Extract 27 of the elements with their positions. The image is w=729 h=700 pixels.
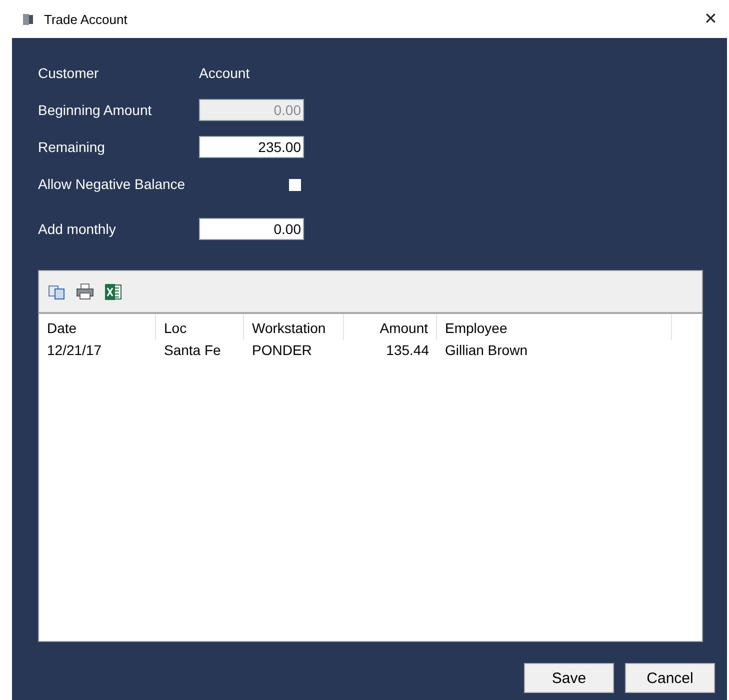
print-icon[interactable] [76,283,94,300]
column-header[interactable]: Workstation [244,314,344,340]
close-button[interactable]: ✕ [700,7,721,31]
checkbox[interactable] [289,179,301,192]
table-cell-text: Gillian Brown [444,341,528,360]
column-header[interactable]: Employee [437,314,672,340]
copy-icon[interactable] [48,284,66,300]
amount-field[interactable]: 235.00 [199,136,304,158]
save-button[interactable]: Save [524,663,614,693]
table-cell-text: 135.44 [385,341,430,360]
account-label: Account [199,65,250,81]
cancel-button[interactable]: Cancel [625,663,715,693]
field-label: Remaining [38,139,106,155]
field-label: Add monthly [38,221,117,237]
window-title: Trade Account [44,12,128,26]
column-header[interactable]: Date [39,314,156,340]
column-header[interactable]: Loc [156,314,244,340]
customer-label: Customer [38,65,100,81]
column-header[interactable]: Amount [344,314,437,340]
checkbox-label: Allow Negative Balance [38,176,186,192]
field-label: Beginning Amount [38,102,153,118]
book-icon [22,12,34,26]
table-cell-text: PONDER [251,341,313,360]
table-cell-text: 12/21/17 [46,341,102,360]
amount-field[interactable]: 0.00 [199,218,304,240]
spreadsheet-icon[interactable] [104,282,122,300]
table-cell-text: Santa Fe [163,341,222,360]
